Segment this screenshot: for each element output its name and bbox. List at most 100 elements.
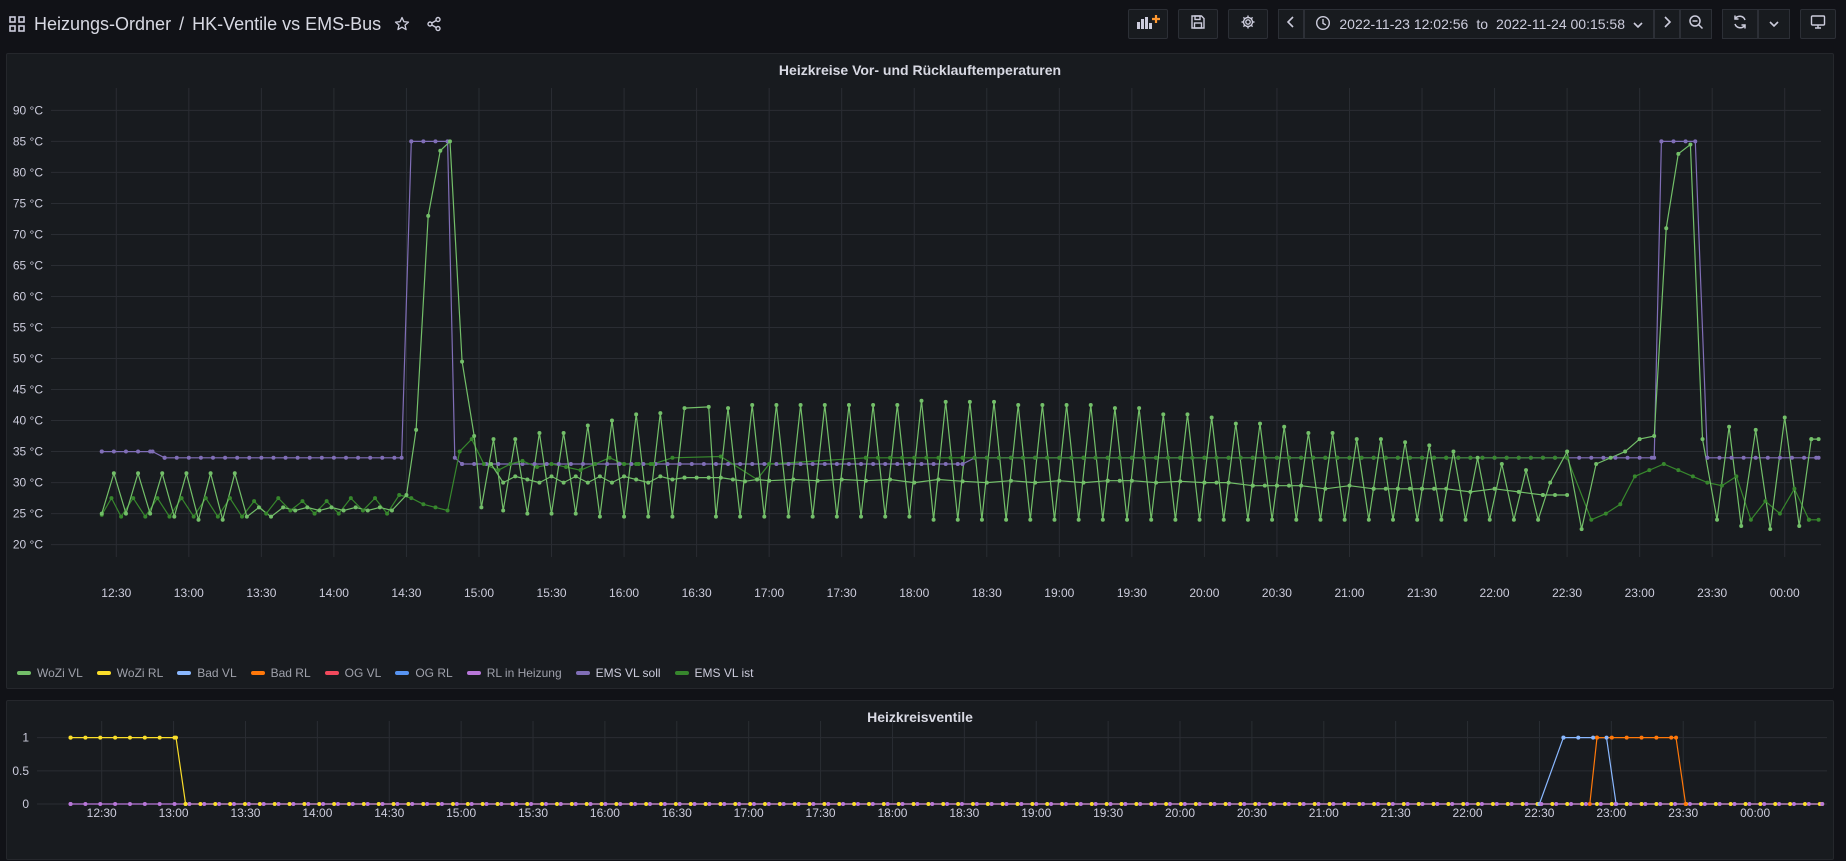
legend-label: WoZi VL xyxy=(37,666,83,680)
save-dashboard-button[interactable] xyxy=(1178,9,1219,39)
data-point xyxy=(945,802,950,806)
legend-item[interactable]: Bad RL xyxy=(250,666,311,680)
data-point xyxy=(391,802,396,806)
valves-chart[interactable]: 1 0.5 0 12:30 13:00 13:30 14:00 14:30 15:00 15:30… xyxy=(7,701,1833,861)
data-point xyxy=(1524,802,1529,806)
data-point xyxy=(276,496,281,501)
data-point xyxy=(767,478,772,483)
data-point xyxy=(259,455,264,460)
folder-link[interactable]: Heizungs-Ordner xyxy=(34,14,171,35)
temperature-chart[interactable]: 90 °C 85 °C 80 °C 75 °C 70 °C 65 °C 60 °C 55 °C… xyxy=(7,54,1833,688)
data-point xyxy=(1015,802,1020,806)
legend-item[interactable]: WoZi VL xyxy=(17,666,83,680)
legend-item[interactable]: RL in Heizung xyxy=(466,666,562,680)
add-panel-button[interactable] xyxy=(1128,9,1169,39)
data-point xyxy=(264,511,269,516)
settings-button[interactable] xyxy=(1228,9,1269,39)
legend-swatch xyxy=(177,671,192,675)
data-point xyxy=(321,802,326,806)
data-point xyxy=(1347,455,1352,460)
data-point xyxy=(83,802,88,806)
data-point xyxy=(629,461,634,466)
time-forward-button[interactable] xyxy=(1654,9,1680,39)
data-point xyxy=(142,735,147,740)
data-point xyxy=(912,480,917,485)
data-point xyxy=(996,455,1001,460)
data-point xyxy=(513,437,518,442)
legend-item[interactable]: OG RL xyxy=(395,666,453,680)
data-point xyxy=(68,802,73,806)
dashboard-title[interactable]: HK-Ventile vs EMS-Bus xyxy=(192,14,381,35)
data-point xyxy=(1270,517,1275,522)
data-point xyxy=(1000,802,1005,806)
data-point xyxy=(960,455,965,460)
data-point xyxy=(1274,483,1279,488)
data-point xyxy=(1407,486,1412,491)
data-point xyxy=(472,434,477,439)
legend-item[interactable]: EMS VL ist xyxy=(674,666,753,680)
valves-panel[interactable]: Heizkreisventile 1 0.5 0 12:30 13:00 13:30 14:… xyxy=(6,700,1834,860)
data-point xyxy=(368,455,373,460)
data-point xyxy=(1490,802,1495,806)
legend-item[interactable]: OG VL xyxy=(324,666,381,680)
data-point xyxy=(1301,802,1306,806)
data-point xyxy=(1669,735,1674,740)
time-back-button[interactable] xyxy=(1278,9,1305,39)
data-point xyxy=(1342,517,1347,522)
data-point xyxy=(269,514,274,519)
data-point xyxy=(499,802,504,806)
refresh-button[interactable] xyxy=(1722,9,1758,39)
toolbar: 2022-11-23 12:02:56 to 2022-11-24 00:15:… xyxy=(1118,8,1846,40)
data-point xyxy=(1257,802,1262,806)
data-point xyxy=(992,399,997,404)
legend-item[interactable]: WoZi RL xyxy=(96,666,163,680)
data-point xyxy=(148,511,153,516)
x-tick-label: 18:00 xyxy=(899,586,929,600)
time-range-picker[interactable]: 2022-11-23 12:02:56 to 2022-11-24 00:15:… xyxy=(1304,9,1654,39)
data-point xyxy=(537,480,542,485)
data-point xyxy=(593,461,598,466)
data-point xyxy=(1705,480,1710,485)
refresh-interval-dropdown[interactable] xyxy=(1758,9,1790,39)
data-point xyxy=(335,802,340,806)
data-point xyxy=(1100,517,1105,522)
data-point xyxy=(414,427,419,432)
data-point xyxy=(1019,802,1024,806)
tv-icon xyxy=(1810,14,1826,35)
data-point xyxy=(1105,478,1110,483)
gear-icon xyxy=(1240,14,1256,35)
legend-swatch xyxy=(96,671,111,675)
data-point xyxy=(1294,517,1299,522)
data-point xyxy=(1603,511,1608,516)
cycle-view-mode-button[interactable] xyxy=(1800,9,1836,39)
data-point xyxy=(1683,802,1688,806)
share-icon[interactable] xyxy=(423,13,445,35)
chevron-right-icon xyxy=(1662,15,1672,33)
data-point xyxy=(272,802,277,806)
data-point xyxy=(692,802,697,806)
data-point xyxy=(1262,483,1267,488)
apps-icon[interactable] xyxy=(6,13,28,35)
data-point xyxy=(1034,802,1039,806)
data-point xyxy=(1286,802,1291,806)
star-icon[interactable] xyxy=(391,13,413,35)
data-point xyxy=(491,437,496,442)
data-point xyxy=(1415,517,1420,522)
data-point xyxy=(1137,406,1142,411)
data-point xyxy=(907,461,912,466)
data-point xyxy=(244,514,249,519)
legend-item[interactable]: EMS VL soll xyxy=(575,666,661,680)
zoom-out-button[interactable] xyxy=(1680,9,1712,39)
y-tick-label: 45 °C xyxy=(13,383,43,397)
x-tick-label: 18:30 xyxy=(972,586,1002,600)
data-point xyxy=(718,475,723,480)
data-point xyxy=(447,139,452,144)
data-point xyxy=(228,802,233,806)
data-point xyxy=(196,517,201,522)
temperature-panel[interactable]: Heizkreise Vor- und Rücklauftemperaturen… xyxy=(6,53,1834,689)
data-point xyxy=(1468,455,1473,460)
legend-item[interactable]: Bad VL xyxy=(177,666,237,680)
data-point xyxy=(926,802,931,806)
data-point xyxy=(111,471,116,476)
data-point xyxy=(1451,449,1456,454)
